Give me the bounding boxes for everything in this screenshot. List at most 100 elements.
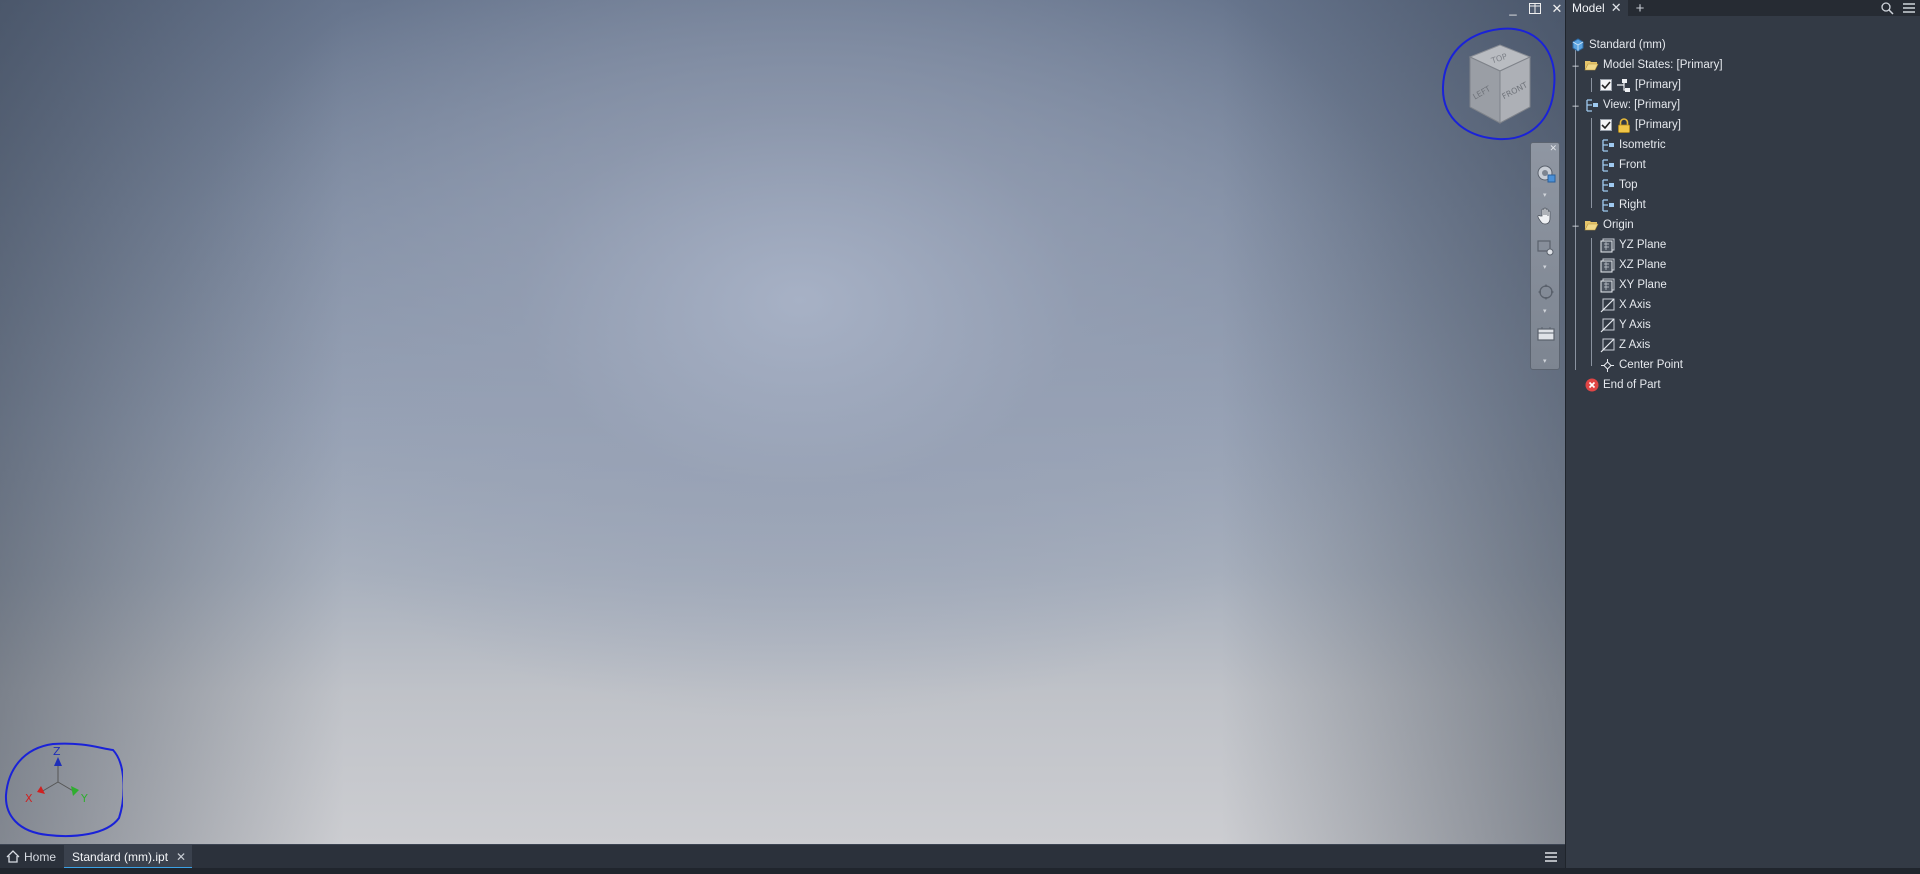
tree-view-item-label: Top	[1619, 179, 1638, 191]
axis-triad: Z X Y	[4, 742, 123, 838]
folder-open-icon	[1584, 221, 1599, 231]
tree-view[interactable]: View: [Primary]	[1584, 96, 1680, 114]
document-tab-close-icon[interactable]: ✕	[176, 850, 186, 864]
browser-search-button[interactable]	[1880, 1, 1894, 15]
work-axis-icon	[1600, 318, 1615, 332]
navbar-close-icon[interactable]: ✕	[1549, 143, 1557, 154]
home-tab[interactable]: Home	[0, 845, 64, 869]
tree-view-label: View: [Primary]	[1603, 99, 1681, 111]
collapse-origin-icon[interactable]: –	[1571, 220, 1580, 232]
zoom-button[interactable]	[1535, 237, 1557, 259]
tree-origin-label: Origin	[1603, 219, 1634, 231]
collapse-view-icon[interactable]: –	[1571, 100, 1580, 112]
work-plane-icon	[1600, 278, 1615, 292]
model-tab-label: Model	[1572, 1, 1605, 15]
home-tab-label: Home	[24, 849, 57, 864]
tree-end-of-part[interactable]: End of Part	[1584, 376, 1661, 394]
triad-x-label: X	[25, 792, 33, 805]
work-axis-icon	[1600, 338, 1615, 352]
tree-guide-line	[1575, 50, 1576, 370]
navbar-customize-icon[interactable]: ▾	[1543, 357, 1547, 365]
tree-origin-item[interactable]: Center Point	[1600, 356, 1683, 374]
tree-origin-item-label: YZ Plane	[1619, 239, 1667, 251]
minimize-button[interactable]: _	[1505, 0, 1521, 16]
steering-wheel-button[interactable]	[1535, 163, 1557, 185]
model-state-checkbox[interactable]	[1600, 79, 1612, 91]
tree-model-states[interactable]: Model States: [Primary]	[1584, 56, 1723, 74]
tree-origin-item[interactable]: XY Plane	[1600, 276, 1667, 294]
lock-icon	[1617, 117, 1630, 133]
close-window-button[interactable]: ✕	[1549, 0, 1565, 16]
tree-view-item[interactable]: Isometric	[1600, 136, 1666, 154]
tree-origin[interactable]: Origin	[1584, 216, 1634, 234]
home-icon	[6, 850, 20, 863]
model-browser-panel: Model ✕ + Standard (mm) – Model States:	[1565, 0, 1920, 868]
model-tab[interactable]: Model ✕	[1566, 0, 1628, 16]
restore-icon	[1529, 2, 1541, 14]
tree-origin-item[interactable]: Y Axis	[1600, 316, 1651, 334]
orbit-button[interactable]	[1535, 281, 1557, 303]
work-point-icon	[1601, 358, 1614, 372]
view-rep-icon	[1602, 158, 1614, 172]
look-at-button[interactable]	[1535, 323, 1557, 345]
tree-origin-item[interactable]: YZ Plane	[1600, 236, 1666, 254]
tree-origin-item-label: Z Axis	[1619, 339, 1651, 351]
view-rep-icon	[1602, 178, 1614, 192]
graphics-viewport[interactable]: TOP LEFT FRONT ✕ ▾ ▾ ▾ ▾ Z X Y	[0, 0, 1565, 844]
tree-root[interactable]: Standard (mm)	[1570, 36, 1666, 54]
view-rep-icon	[1602, 138, 1614, 152]
checkmark-icon	[1601, 80, 1611, 89]
tree-origin-item-label: X Axis	[1619, 299, 1651, 311]
tree-guide-line	[1591, 238, 1592, 366]
work-plane-icon	[1600, 258, 1615, 272]
navigation-bar: ✕ ▾ ▾ ▾ ▾	[1530, 142, 1560, 370]
restore-button[interactable]	[1527, 0, 1543, 16]
look-at-icon	[1537, 327, 1555, 341]
collapse-model-states-icon[interactable]: –	[1571, 60, 1580, 72]
part-icon	[1572, 38, 1583, 52]
tree-origin-item[interactable]: Z Axis	[1600, 336, 1650, 354]
tree-view-item-label: Front	[1619, 159, 1646, 171]
tree-origin-item[interactable]: X Axis	[1600, 296, 1651, 314]
end-of-part-icon	[1585, 378, 1598, 392]
tree-view-item[interactable]: Front	[1600, 156, 1646, 174]
tree-origin-item-label: XY Plane	[1619, 279, 1667, 291]
tree-model-state-primary[interactable]: [Primary]	[1600, 76, 1681, 94]
tab-menu-icon[interactable]	[1543, 849, 1559, 865]
tree-view-item[interactable]: Right	[1600, 196, 1646, 214]
tree-origin-item-label: Y Axis	[1619, 319, 1651, 331]
add-browser-tab-button[interactable]: +	[1636, 1, 1645, 16]
tree-guide-line	[1591, 118, 1592, 208]
tree-model-state-primary-label: [Primary]	[1635, 79, 1681, 91]
hand-pan-icon	[1537, 207, 1551, 225]
tree-end-of-part-label: End of Part	[1603, 379, 1661, 391]
view-primary-checkbox[interactable]	[1600, 119, 1612, 131]
browser-menu-button[interactable]	[1902, 1, 1916, 15]
zoom-window-icon	[1537, 240, 1554, 256]
tree-origin-item[interactable]: XZ Plane	[1600, 256, 1666, 274]
view-rep-icon	[1602, 198, 1614, 212]
tree-view-item[interactable]: Top	[1600, 176, 1638, 194]
search-icon	[1880, 1, 1894, 15]
folder-open-icon	[1584, 61, 1599, 71]
tree-origin-item-label: XZ Plane	[1619, 259, 1667, 271]
hamburger-menu-icon	[1903, 3, 1915, 13]
tree-model-states-label: Model States: [Primary]	[1603, 59, 1723, 71]
tree-view-primary[interactable]: [Primary]	[1600, 116, 1681, 134]
browser-header: Model ✕ +	[1566, 0, 1920, 16]
steering-wheel-icon	[1537, 165, 1556, 183]
checkmark-icon	[1601, 120, 1611, 129]
tree-view-primary-label: [Primary]	[1635, 119, 1681, 131]
tree-guide-line	[1591, 78, 1592, 92]
tree-origin-item-label: Center Point	[1619, 359, 1683, 371]
model-tab-close-icon[interactable]: ✕	[1611, 0, 1622, 16]
work-plane-icon	[1600, 238, 1615, 252]
document-tab-bar: Home Standard (mm).ipt ✕	[0, 844, 1565, 869]
model-tree: Standard (mm) – Model States: [Primary] …	[1566, 16, 1920, 392]
tree-view-item-label: Right	[1619, 199, 1646, 211]
viewcube[interactable]: TOP LEFT FRONT	[1440, 25, 1558, 143]
pan-button[interactable]	[1535, 205, 1557, 227]
work-axis-icon	[1600, 298, 1615, 312]
document-tab[interactable]: Standard (mm).ipt ✕	[64, 844, 193, 869]
tree-root-label: Standard (mm)	[1589, 39, 1666, 51]
